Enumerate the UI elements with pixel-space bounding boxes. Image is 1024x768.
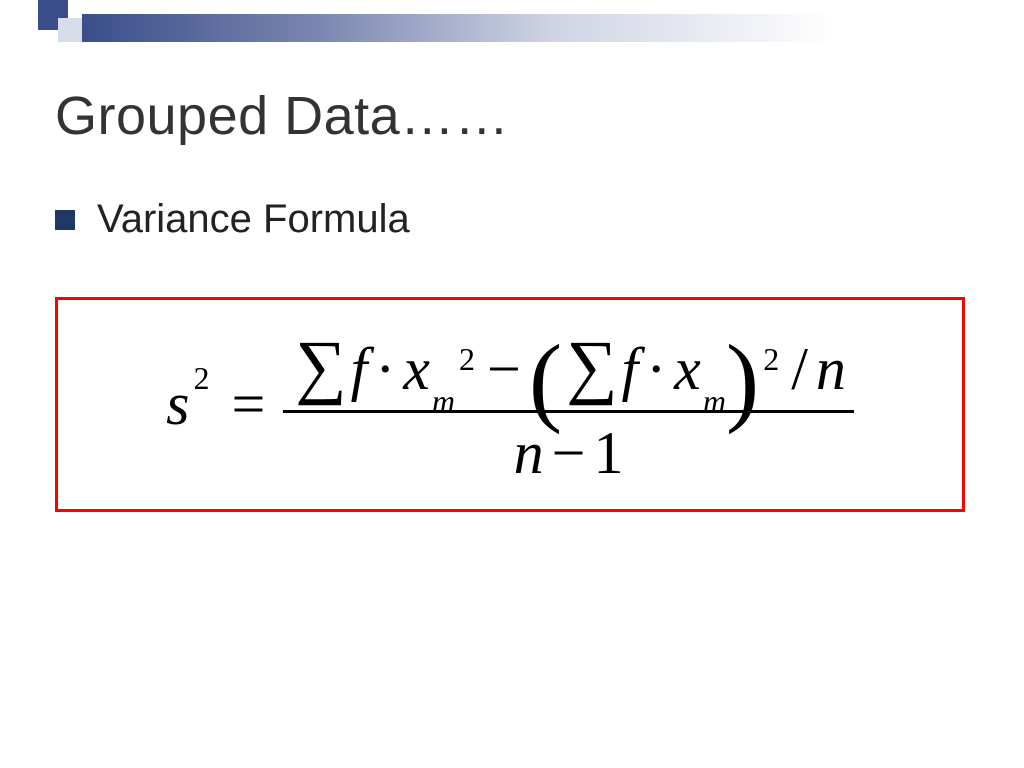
num-sub1: m xyxy=(432,383,455,420)
formula-box: s 2 = ∑ f · x m 2 − ( ∑ f · x m xyxy=(55,297,965,512)
sigma-icon: ∑ xyxy=(566,325,617,408)
num-x2: x xyxy=(674,335,701,404)
formula-lhs-exponent: 2 xyxy=(193,360,209,397)
right-paren-icon: ) xyxy=(726,350,759,410)
den-one: 1 xyxy=(594,419,624,488)
num-minus: − xyxy=(487,335,521,404)
sigma-icon: ∑ xyxy=(295,325,346,408)
num-exp1: 2 xyxy=(459,341,475,378)
formula-equals: = xyxy=(231,370,265,439)
slide-header-decoration xyxy=(0,0,1024,42)
left-paren-icon: ( xyxy=(529,350,562,410)
bullet-text: Variance Formula xyxy=(97,197,410,242)
num-exp2: 2 xyxy=(763,341,779,378)
num-f1: f xyxy=(351,335,368,404)
bullet-marker-icon xyxy=(55,210,75,230)
num-dot1: · xyxy=(375,335,395,404)
formula-numerator: ∑ f · x m 2 − ( ∑ f · x m ) 2 / n xyxy=(283,321,854,410)
num-f2: f xyxy=(622,335,639,404)
slide-title: Grouped Data…… xyxy=(55,85,984,147)
num-n: n xyxy=(816,335,846,404)
decor-square-light xyxy=(58,18,82,42)
formula-lhs-variable: s xyxy=(166,370,189,439)
variance-formula: s 2 = ∑ f · x m 2 − ( ∑ f · x m xyxy=(166,321,854,488)
formula-fraction: ∑ f · x m 2 − ( ∑ f · x m ) 2 / n xyxy=(283,321,854,488)
bullet-item: Variance Formula xyxy=(55,197,984,242)
num-dot2: · xyxy=(646,335,666,404)
decor-gradient-bar xyxy=(82,14,1024,42)
num-slash: / xyxy=(791,335,808,404)
num-sub2: m xyxy=(703,383,726,420)
slide-content: Grouped Data…… Variance Formula s 2 = ∑ … xyxy=(55,85,984,512)
num-x1: x xyxy=(403,335,430,404)
